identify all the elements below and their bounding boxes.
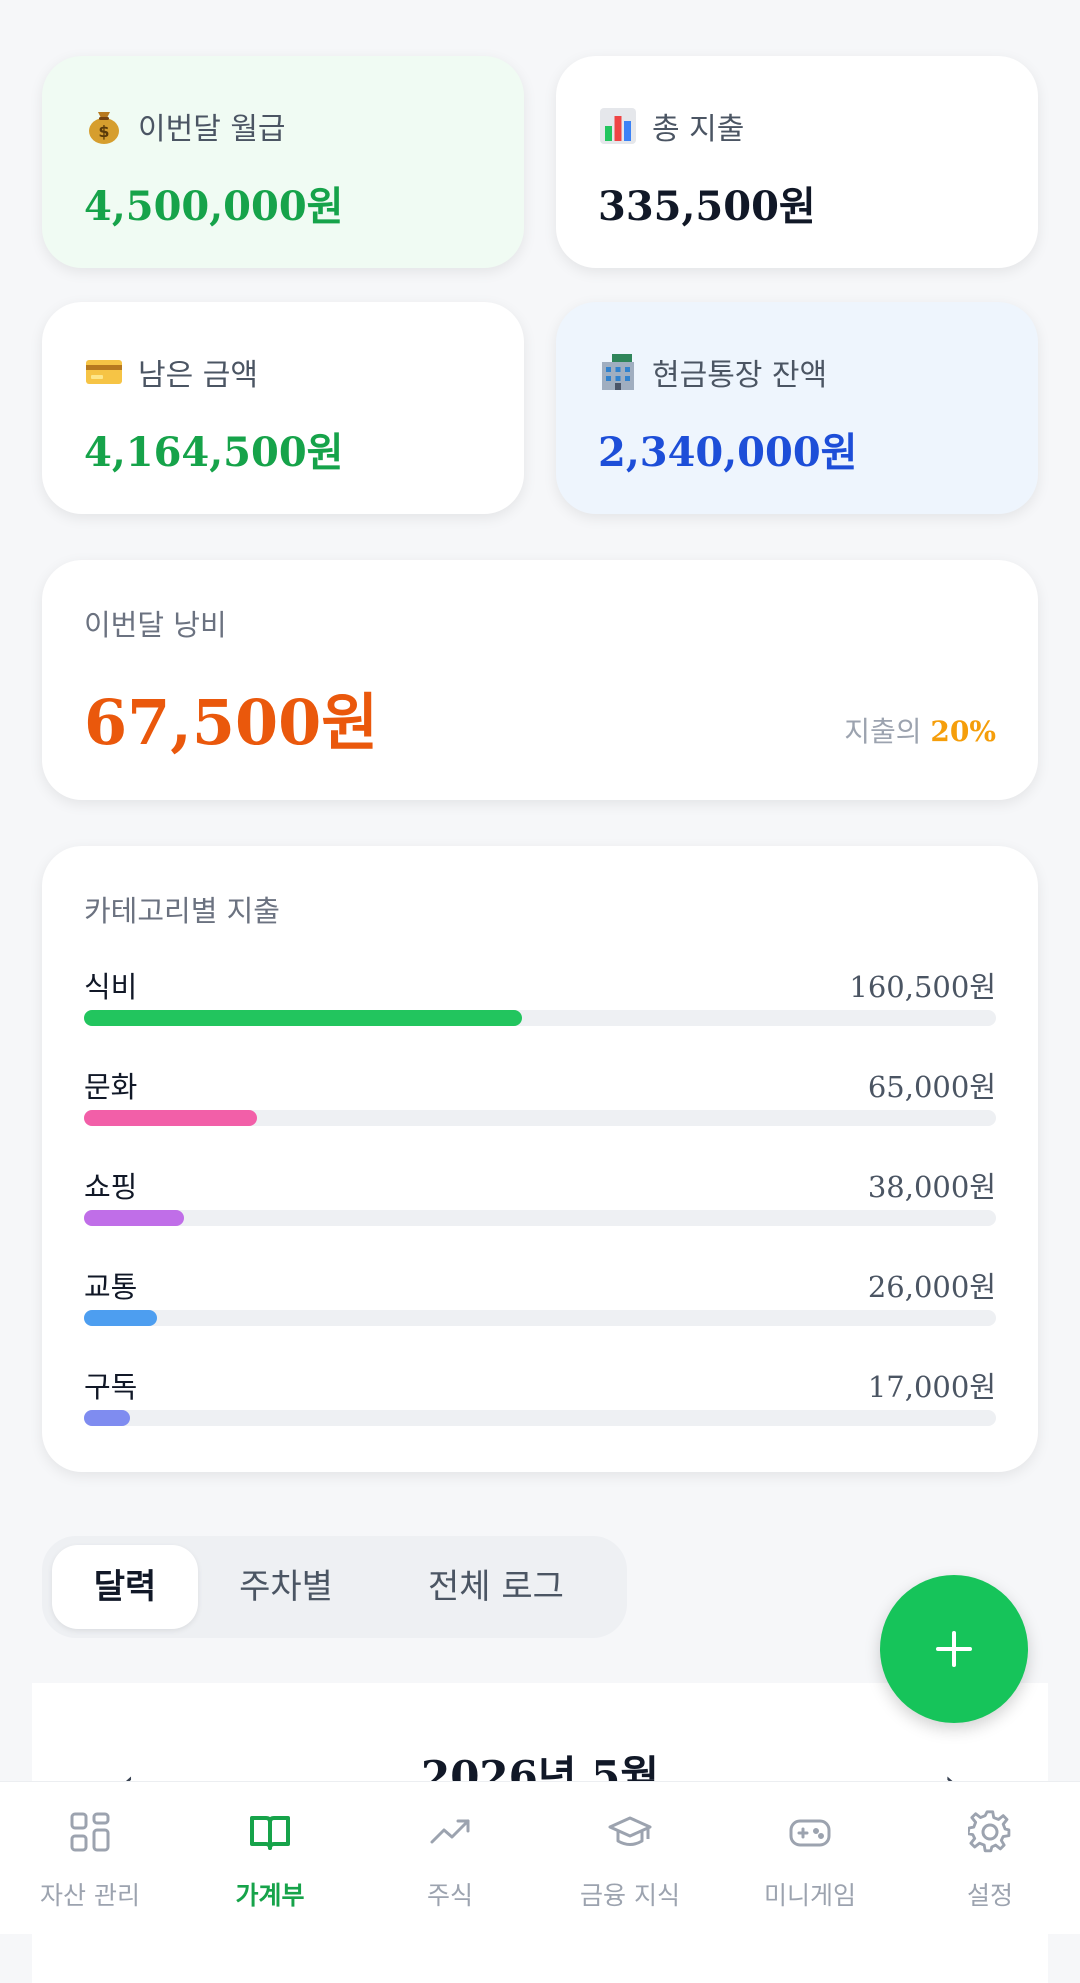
total-expense-label: 총 지출 (652, 112, 745, 147)
nav-item-finance-knowledge[interactable]: 금융 지식 (540, 1782, 720, 1934)
category-amount: 160,500원 (849, 970, 996, 1004)
category-bar-fill (84, 1210, 185, 1226)
salary-card: $ 이번달 월급 4,500,000원 (42, 56, 524, 268)
gear-icon (968, 1810, 1011, 1853)
category-bar-track (84, 1010, 996, 1026)
money-bag-icon: $ (89, 112, 119, 144)
remaining-label: 남은 금액 (138, 358, 258, 393)
category-bar-fill (84, 1310, 157, 1326)
tab-all-log[interactable]: 전체 로그 (378, 1545, 614, 1629)
nav-label: 자산 관리 (40, 1881, 140, 1910)
nav-label: 미니게임 (763, 1881, 856, 1910)
category-name: 구독 (84, 1370, 138, 1404)
category-bar-fill (84, 1110, 258, 1126)
nav-label: 주식 (426, 1881, 473, 1910)
category-row-shopping: 쇼핑 38,000원 (84, 1164, 996, 1236)
add-entry-button[interactable] (880, 1575, 1028, 1723)
book-icon (250, 1816, 290, 1850)
cash-balance-label: 현금통장 잔액 (652, 358, 828, 393)
remaining-card: 남은 금액 4,164,500원 (42, 302, 524, 514)
salary-label: 이번달 월급 (138, 112, 286, 147)
category-bar-fill (84, 1010, 522, 1026)
category-name: 쇼핑 (84, 1170, 138, 1204)
category-name: 교통 (84, 1270, 138, 1304)
salary-value: 4,500,000원 (84, 183, 344, 230)
tab-weekly[interactable]: 주차별 (202, 1545, 370, 1629)
grid-icon (70, 1812, 110, 1852)
category-amount: 38,000원 (867, 1170, 996, 1204)
waste-ratio-prefix: 지출의 (844, 715, 922, 748)
category-row-subscription: 구독 17,000원 (84, 1364, 996, 1436)
nav-label: 가계부 (235, 1881, 305, 1910)
credit-card-icon (86, 360, 122, 384)
nav-item-ledger[interactable]: 가계부 (180, 1782, 360, 1934)
nav-item-stocks[interactable]: 주식 (360, 1782, 540, 1934)
category-amount: 17,000원 (867, 1370, 996, 1404)
nav-item-assets[interactable]: 자산 관리 (0, 1782, 180, 1934)
waste-ratio: 지출의 20% (844, 710, 996, 750)
waste-label: 이번달 낭비 (84, 608, 227, 642)
total-expense-value: 335,500원 (598, 183, 816, 230)
category-bar-track (84, 1110, 996, 1126)
category-bar-track (84, 1310, 996, 1326)
category-row-transport: 교통 26,000원 (84, 1264, 996, 1336)
category-amount: 26,000원 (867, 1270, 996, 1304)
nav-label: 설정 (966, 1881, 1013, 1910)
category-title: 카테고리별 지출 (84, 894, 280, 928)
bottom-nav: 자산 관리 가계부 주식 금융 지식 미니게임 설정 (0, 1781, 1080, 1934)
nav-item-minigame[interactable]: 미니게임 (720, 1782, 900, 1934)
bank-icon (602, 354, 634, 390)
view-tabs: 달력 주차별 전체 로그 (42, 1536, 627, 1638)
trend-icon (430, 1819, 470, 1844)
category-bar-fill (84, 1410, 130, 1426)
gamepad-icon (789, 1819, 831, 1847)
category-card: 카테고리별 지출 식비 160,500원 문화 65,000원 쇼핑 38,00… (42, 846, 1038, 1472)
category-amount: 65,000원 (867, 1070, 996, 1104)
nav-label: 금융 지식 (580, 1881, 680, 1910)
plus-icon (936, 1631, 972, 1667)
category-row-food: 식비 160,500원 (84, 964, 996, 1036)
category-name: 식비 (84, 970, 138, 1004)
waste-card: 이번달 낭비 67,500원 지출의 20% (42, 560, 1038, 800)
category-row-culture: 문화 65,000원 (84, 1064, 996, 1136)
bar-chart-icon (600, 108, 636, 144)
nav-item-settings[interactable]: 설정 (900, 1782, 1080, 1934)
category-bar-track (84, 1210, 996, 1226)
remaining-value: 4,164,500원 (84, 429, 344, 476)
category-name: 문화 (84, 1070, 138, 1104)
cash-balance-card: 현금통장 잔액 2,340,000원 (556, 302, 1038, 514)
total-expense-card: 총 지출 335,500원 (556, 56, 1038, 268)
waste-ratio-value: 20% (930, 715, 996, 748)
cash-balance-value: 2,340,000원 (598, 429, 858, 476)
svg-text:$: $ (98, 122, 109, 141)
tab-calendar[interactable]: 달력 (52, 1545, 198, 1629)
graduation-cap-icon (608, 1816, 652, 1846)
category-bar-track (84, 1410, 996, 1426)
waste-amount: 67,500원 (84, 686, 379, 759)
